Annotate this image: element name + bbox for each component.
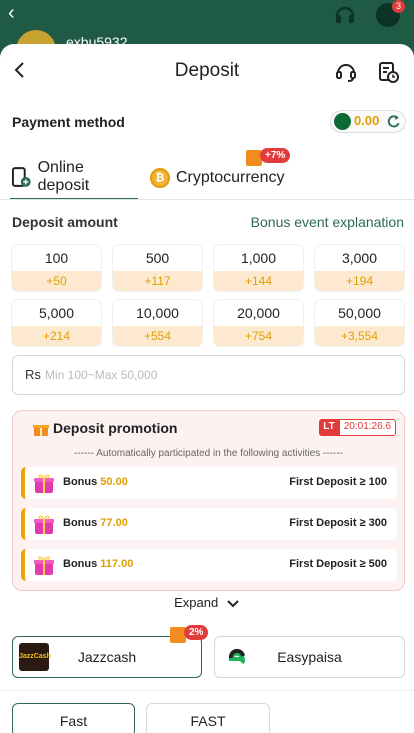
bitcoin-icon: ₿ bbox=[150, 168, 170, 188]
amount-bonus: +554 bbox=[113, 326, 202, 346]
background-back-icon: ‹ bbox=[8, 2, 15, 24]
amount-value: 50,000 bbox=[338, 305, 381, 321]
amount-option[interactable]: 1,000 +144 bbox=[214, 245, 303, 291]
deposit-amount-row: Deposit amount Bonus event explanation bbox=[12, 214, 404, 234]
jazzcash-bonus-percent: 2% bbox=[184, 625, 209, 640]
amount-bonus: +144 bbox=[214, 271, 303, 291]
deposit-amount-label: Deposit amount bbox=[12, 214, 118, 230]
timer-value: 20:01:26.6 bbox=[338, 419, 396, 436]
gift-icon bbox=[33, 425, 49, 436]
amount-option[interactable]: 10,000 +554 bbox=[113, 300, 202, 346]
currency-symbol: Rs bbox=[25, 367, 41, 382]
promotion-title: Deposit promotion bbox=[53, 420, 178, 436]
amount-option[interactable]: 20,000 +754 bbox=[214, 300, 303, 346]
crypto-bonus-percent: +7% bbox=[260, 148, 291, 163]
amount-value: 3,000 bbox=[341, 250, 378, 266]
mobile-deposit-icon bbox=[11, 167, 31, 187]
expand-button[interactable]: Expand bbox=[0, 595, 414, 610]
amount-bonus: +117 bbox=[113, 271, 202, 291]
promotion-requirement: First Deposit ≥ 500 bbox=[289, 558, 387, 570]
amount-input-box: Rs bbox=[12, 355, 405, 395]
amount-value: 1,000 bbox=[240, 250, 277, 266]
deposit-history-icon[interactable] bbox=[376, 60, 400, 84]
expand-label: Expand bbox=[174, 595, 219, 610]
gift-box-icon bbox=[34, 515, 54, 534]
balance-pill: 0.00 bbox=[330, 110, 406, 133]
amount-bonus: +754 bbox=[214, 326, 303, 346]
amount-bonus: +214 bbox=[12, 326, 101, 346]
promotion-bonus: Bonus 117.00 bbox=[63, 558, 133, 570]
speed-option-fast-alt[interactable]: FAST bbox=[146, 703, 270, 733]
promotion-bonus-label: Bonus bbox=[63, 558, 98, 570]
sheet-header: Deposit bbox=[0, 44, 414, 100]
amount-option[interactable]: 500 +117 bbox=[113, 245, 202, 291]
promotion-bonus: Bonus 50.00 bbox=[63, 476, 128, 488]
promotion-row: Bonus 117.00 First Deposit ≥ 500 bbox=[21, 549, 397, 581]
amount-bonus: +50 bbox=[12, 271, 101, 291]
chevron-down-icon bbox=[227, 599, 239, 607]
promotion-requirement: First Deposit ≥ 300 bbox=[289, 517, 387, 529]
section-divider bbox=[0, 690, 414, 691]
tab-online-deposit-label: Online deposit bbox=[37, 159, 90, 194]
amount-input[interactable] bbox=[45, 364, 385, 386]
deposit-promotion-panel: Deposit promotion LT 20:01:26.6 ------ A… bbox=[12, 410, 405, 591]
tabs-divider bbox=[0, 199, 414, 200]
payment-method-row: Payment method 0.00 bbox=[12, 110, 406, 134]
promotion-timer: LT 20:01:26.6 bbox=[319, 419, 396, 436]
amount-bonus: +194 bbox=[315, 271, 404, 291]
channel-easypaisa[interactable]: Easypaisa bbox=[214, 636, 405, 678]
amount-value: 5,000 bbox=[38, 305, 75, 321]
balance-value: 0.00 bbox=[354, 113, 380, 128]
promotion-bonus-label: Bonus bbox=[63, 476, 98, 488]
channel-label: Jazzcash bbox=[77, 649, 137, 665]
pakistan-flag-icon bbox=[334, 113, 351, 130]
speed-option-fast[interactable]: Fast bbox=[12, 703, 135, 733]
payment-method-label: Payment method bbox=[12, 114, 125, 130]
gift-box-icon bbox=[34, 474, 54, 493]
amount-value: 500 bbox=[145, 250, 170, 266]
promotion-bonus-value: 77.00 bbox=[100, 517, 128, 529]
promotion-row: Bonus 50.00 First Deposit ≥ 100 bbox=[21, 467, 397, 499]
refresh-icon[interactable] bbox=[385, 113, 402, 130]
promotion-row: Bonus 77.00 First Deposit ≥ 300 bbox=[21, 508, 397, 540]
amount-option[interactable]: 100 +50 bbox=[12, 245, 101, 291]
amount-option[interactable]: 50,000 +3,554 bbox=[315, 300, 404, 346]
gift-box-icon bbox=[34, 556, 54, 575]
background-support-icon bbox=[335, 6, 355, 23]
amount-value: 20,000 bbox=[237, 305, 280, 321]
promotion-bonus-label: Bonus bbox=[63, 517, 98, 529]
amount-option[interactable]: 5,000 +214 bbox=[12, 300, 101, 346]
deposit-type-tabs: Online deposit ₿ Cryptocurrency bbox=[0, 156, 414, 200]
tab-online-deposit[interactable]: Online deposit bbox=[10, 156, 138, 200]
amount-bonus: +3,554 bbox=[315, 326, 404, 346]
promotion-bonus-value: 117.00 bbox=[100, 558, 134, 570]
customer-service-icon[interactable] bbox=[334, 60, 358, 84]
amount-value: 10,000 bbox=[136, 305, 179, 321]
auto-participation-text: ------ Automatically participated in the… bbox=[74, 448, 343, 459]
bonus-event-explanation-link[interactable]: Bonus event explanation bbox=[251, 214, 404, 230]
timer-label: LT bbox=[319, 419, 339, 436]
promotion-bonus: Bonus 77.00 bbox=[63, 517, 128, 529]
promotion-bonus-value: 50.00 bbox=[100, 476, 128, 488]
amount-value: 100 bbox=[44, 250, 69, 266]
chat-badge: 3 bbox=[392, 0, 405, 13]
tab-cryptocurrency-label: Cryptocurrency bbox=[176, 169, 285, 186]
deposit-sheet: Deposit Payment method 0.00 Online depos… bbox=[0, 44, 414, 733]
promotion-requirement: First Deposit ≥ 100 bbox=[289, 476, 387, 488]
amount-option[interactable]: 3,000 +194 bbox=[315, 245, 404, 291]
channel-label: Easypaisa bbox=[277, 649, 342, 665]
